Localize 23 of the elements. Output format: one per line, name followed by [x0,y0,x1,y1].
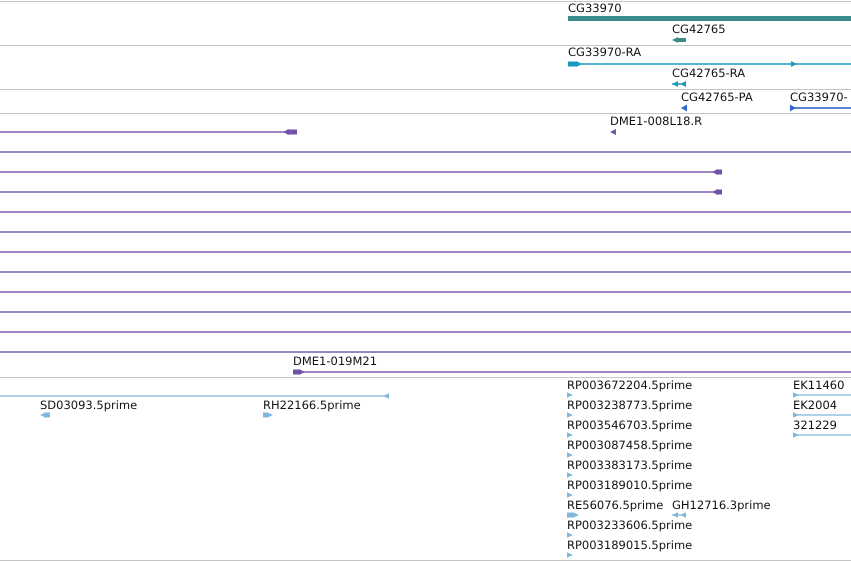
feature-label: CG33970 [568,2,622,15]
feature-label: CG33970-RA [568,46,642,59]
feature-label: RP003189015.5prime [567,539,692,552]
feature-label: CG42765-RA [672,67,746,80]
feature-label: CG33970- [790,91,848,104]
feature-label: RP003546703.5prime [567,419,692,432]
feature-label: RP003233606.5prime [567,519,692,532]
feature-label: EK11460 [793,379,844,392]
feature-label: RP003238773.5prime [567,399,692,412]
feature-label: GH12716.3prime [672,499,771,512]
feature-label: RP003087458.5prime [567,439,692,452]
feature-label: DME1-008L18.R [610,115,702,128]
feature-label: CG42765 [672,23,726,36]
feature-label: RH22166.5prime [263,399,361,412]
feature-label: RP003383173.5prime [567,459,692,472]
feature-label: CG42765-PA [681,91,753,104]
feature-label: RE56076.5prime [567,499,664,512]
feature-label: RP003672204.5prime [567,379,692,392]
feature-label: 321229 [793,419,837,432]
feature-label: RP003189010.5prime [567,479,692,492]
feature-label: EK2004 [793,399,838,412]
feature-label: SD03093.5prime [40,399,138,412]
feature-label: DME1-019M21 [293,355,378,368]
